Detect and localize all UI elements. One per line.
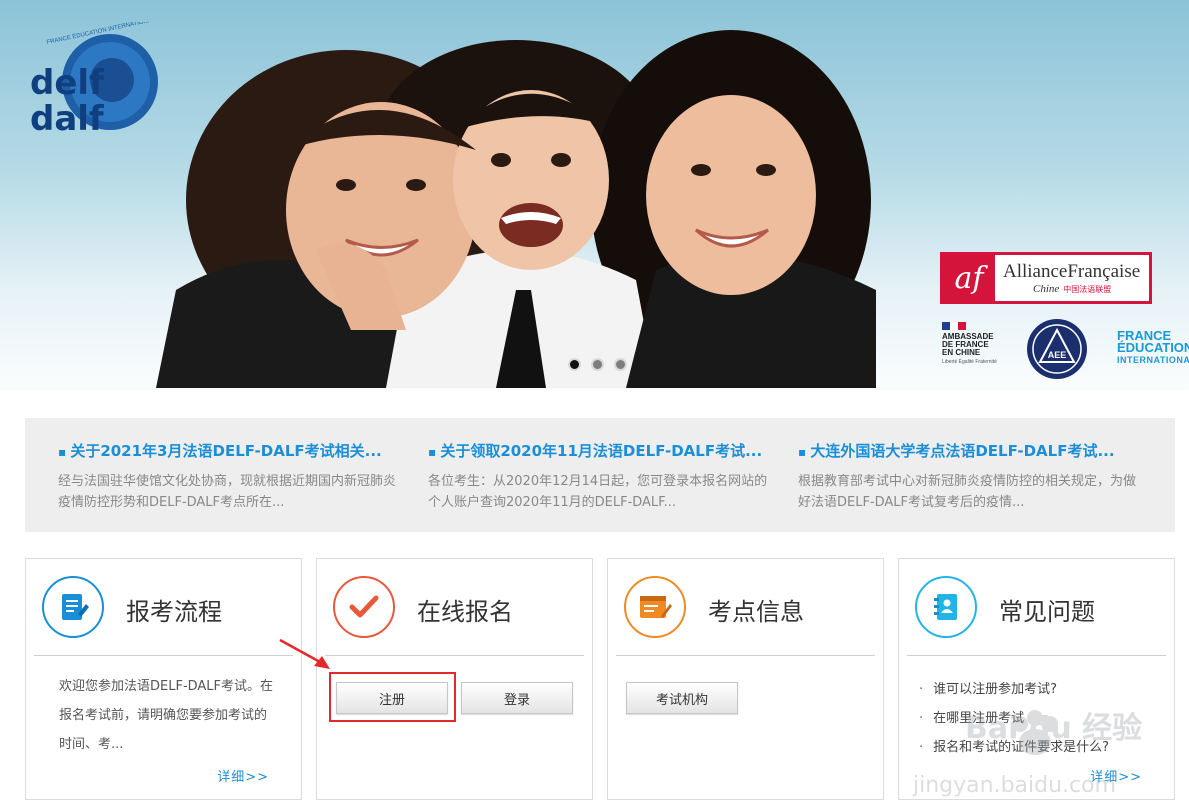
exam-centers-button[interactable]: 考试机构 bbox=[626, 682, 738, 714]
alliance-francaise-logo[interactable]: af AllianceFrançaise Chine 中国法语联盟 bbox=[940, 252, 1152, 304]
news-item: 关于领取2020年11月法语DELF-DALF考试... 各位考生：从2020年… bbox=[428, 440, 778, 513]
ambassade-motto: Liberté Égalité Fraternité bbox=[942, 359, 997, 365]
card-exam-process: 报考流程 欢迎您参加法语DELF-DALF考试。在报名考试前，请明确您要参加考试… bbox=[25, 558, 302, 800]
news-strip: 关于2021年3月法语DELF-DALF考试相关... 经与法国驻华使馆文化处协… bbox=[25, 418, 1175, 532]
aee-text: AEE bbox=[1048, 350, 1067, 360]
fei-line-3: INTERNATIONAL bbox=[1117, 355, 1189, 365]
divider bbox=[907, 655, 1166, 656]
card-title[interactable]: 考点信息 bbox=[708, 592, 804, 627]
browser-edit-icon[interactable] bbox=[624, 576, 686, 638]
divider bbox=[34, 655, 293, 656]
faq-item-link[interactable]: 谁可以注册参加考试? bbox=[919, 675, 1109, 704]
card-title[interactable]: 常见问题 bbox=[999, 592, 1095, 627]
fei-line-2: ÉDUCATION bbox=[1117, 340, 1189, 355]
faq-list: 谁可以注册参加考试? 在哪里注册考试 报名和考试的证件要求是什么? bbox=[919, 675, 1109, 762]
aee-seal-logo[interactable]: AEE bbox=[1026, 318, 1088, 380]
divider bbox=[616, 655, 875, 656]
divider bbox=[325, 655, 584, 656]
france-education-international-logo[interactable]: FRANCE ÉDUCATION INTERNATIONAL bbox=[1117, 329, 1189, 366]
news-title-link[interactable]: 关于领取2020年11月法语DELF-DALF考试... bbox=[428, 440, 778, 461]
delf-dalf-logo[interactable]: delf dalf FRANCE ÉDUCATION INTERNATIONAL bbox=[24, 22, 164, 142]
news-summary: 各位考生：从2020年12月14日起，您可登录本报名网站的个人账户查询2020年… bbox=[428, 474, 768, 510]
french-flag-icon bbox=[942, 322, 966, 330]
logo-word-dalf: dalf bbox=[30, 99, 105, 139]
annotation-arrow-icon bbox=[279, 638, 330, 669]
faq-item-link[interactable]: 报名和考试的证件要求是什么? bbox=[919, 733, 1109, 762]
login-button[interactable]: 登录 bbox=[461, 682, 573, 714]
register-highlight-box bbox=[329, 672, 456, 722]
carousel-dot-3[interactable] bbox=[614, 358, 627, 371]
logo-word-delf: delf bbox=[30, 63, 105, 103]
news-title-link[interactable]: 大连外国语大学考点法语DELF-DALF考试... bbox=[798, 440, 1148, 461]
ambassade-line-3: EN CHINE bbox=[942, 348, 981, 357]
card-title[interactable]: 在线报名 bbox=[417, 592, 513, 627]
ambassade-de-france-logo[interactable]: AMBASSADE DE FRANCE EN CHINE Liberté Éga… bbox=[942, 322, 1012, 365]
news-title-link[interactable]: 关于2021年3月法语DELF-DALF考试相关... bbox=[58, 440, 408, 461]
hero-banner: delf dalf FRANCE ÉDUCATION INTERNATIONAL bbox=[0, 0, 1189, 390]
students-photo bbox=[156, 30, 876, 388]
news-summary: 根据教育部考试中心对新冠肺炎疫情防控的相关规定，为做好法语DELF-DALF考试… bbox=[798, 474, 1137, 510]
af-sub: Chine 中国法语联盟 bbox=[1033, 283, 1112, 295]
news-summary: 经与法国驻华使馆文化处协商，现就根据近期国内新冠肺炎疫情防控形势和DELF-DA… bbox=[58, 474, 397, 510]
more-link[interactable]: 详细>> bbox=[217, 766, 269, 785]
news-item: 关于2021年3月法语DELF-DALF考试相关... 经与法国驻华使馆文化处协… bbox=[58, 440, 408, 513]
more-link[interactable]: 详细>> bbox=[1090, 766, 1142, 785]
carousel-dots bbox=[568, 358, 627, 371]
af-mark: af bbox=[943, 255, 995, 301]
contact-book-icon[interactable] bbox=[915, 576, 977, 638]
af-name: AllianceFrançaise bbox=[1003, 261, 1141, 282]
card-faq: 常见问题 谁可以注册参加考试? 在哪里注册考试 报名和考试的证件要求是什么? 详… bbox=[898, 558, 1175, 800]
carousel-dot-2[interactable] bbox=[591, 358, 604, 371]
card-test-centers: 考点信息 考试机构 bbox=[607, 558, 884, 800]
carousel-dot-1[interactable] bbox=[568, 358, 581, 371]
checkmark-icon[interactable] bbox=[333, 576, 395, 638]
document-icon[interactable] bbox=[42, 576, 104, 638]
card-description: 欢迎您参加法语DELF-DALF考试。在报名考试前，请明确您要参加考试的时间、考… bbox=[59, 679, 274, 752]
faq-item-link[interactable]: 在哪里注册考试 bbox=[919, 704, 1109, 733]
card-title[interactable]: 报考流程 bbox=[126, 592, 222, 627]
news-item: 大连外国语大学考点法语DELF-DALF考试... 根据教育部考试中心对新冠肺炎… bbox=[798, 440, 1148, 513]
